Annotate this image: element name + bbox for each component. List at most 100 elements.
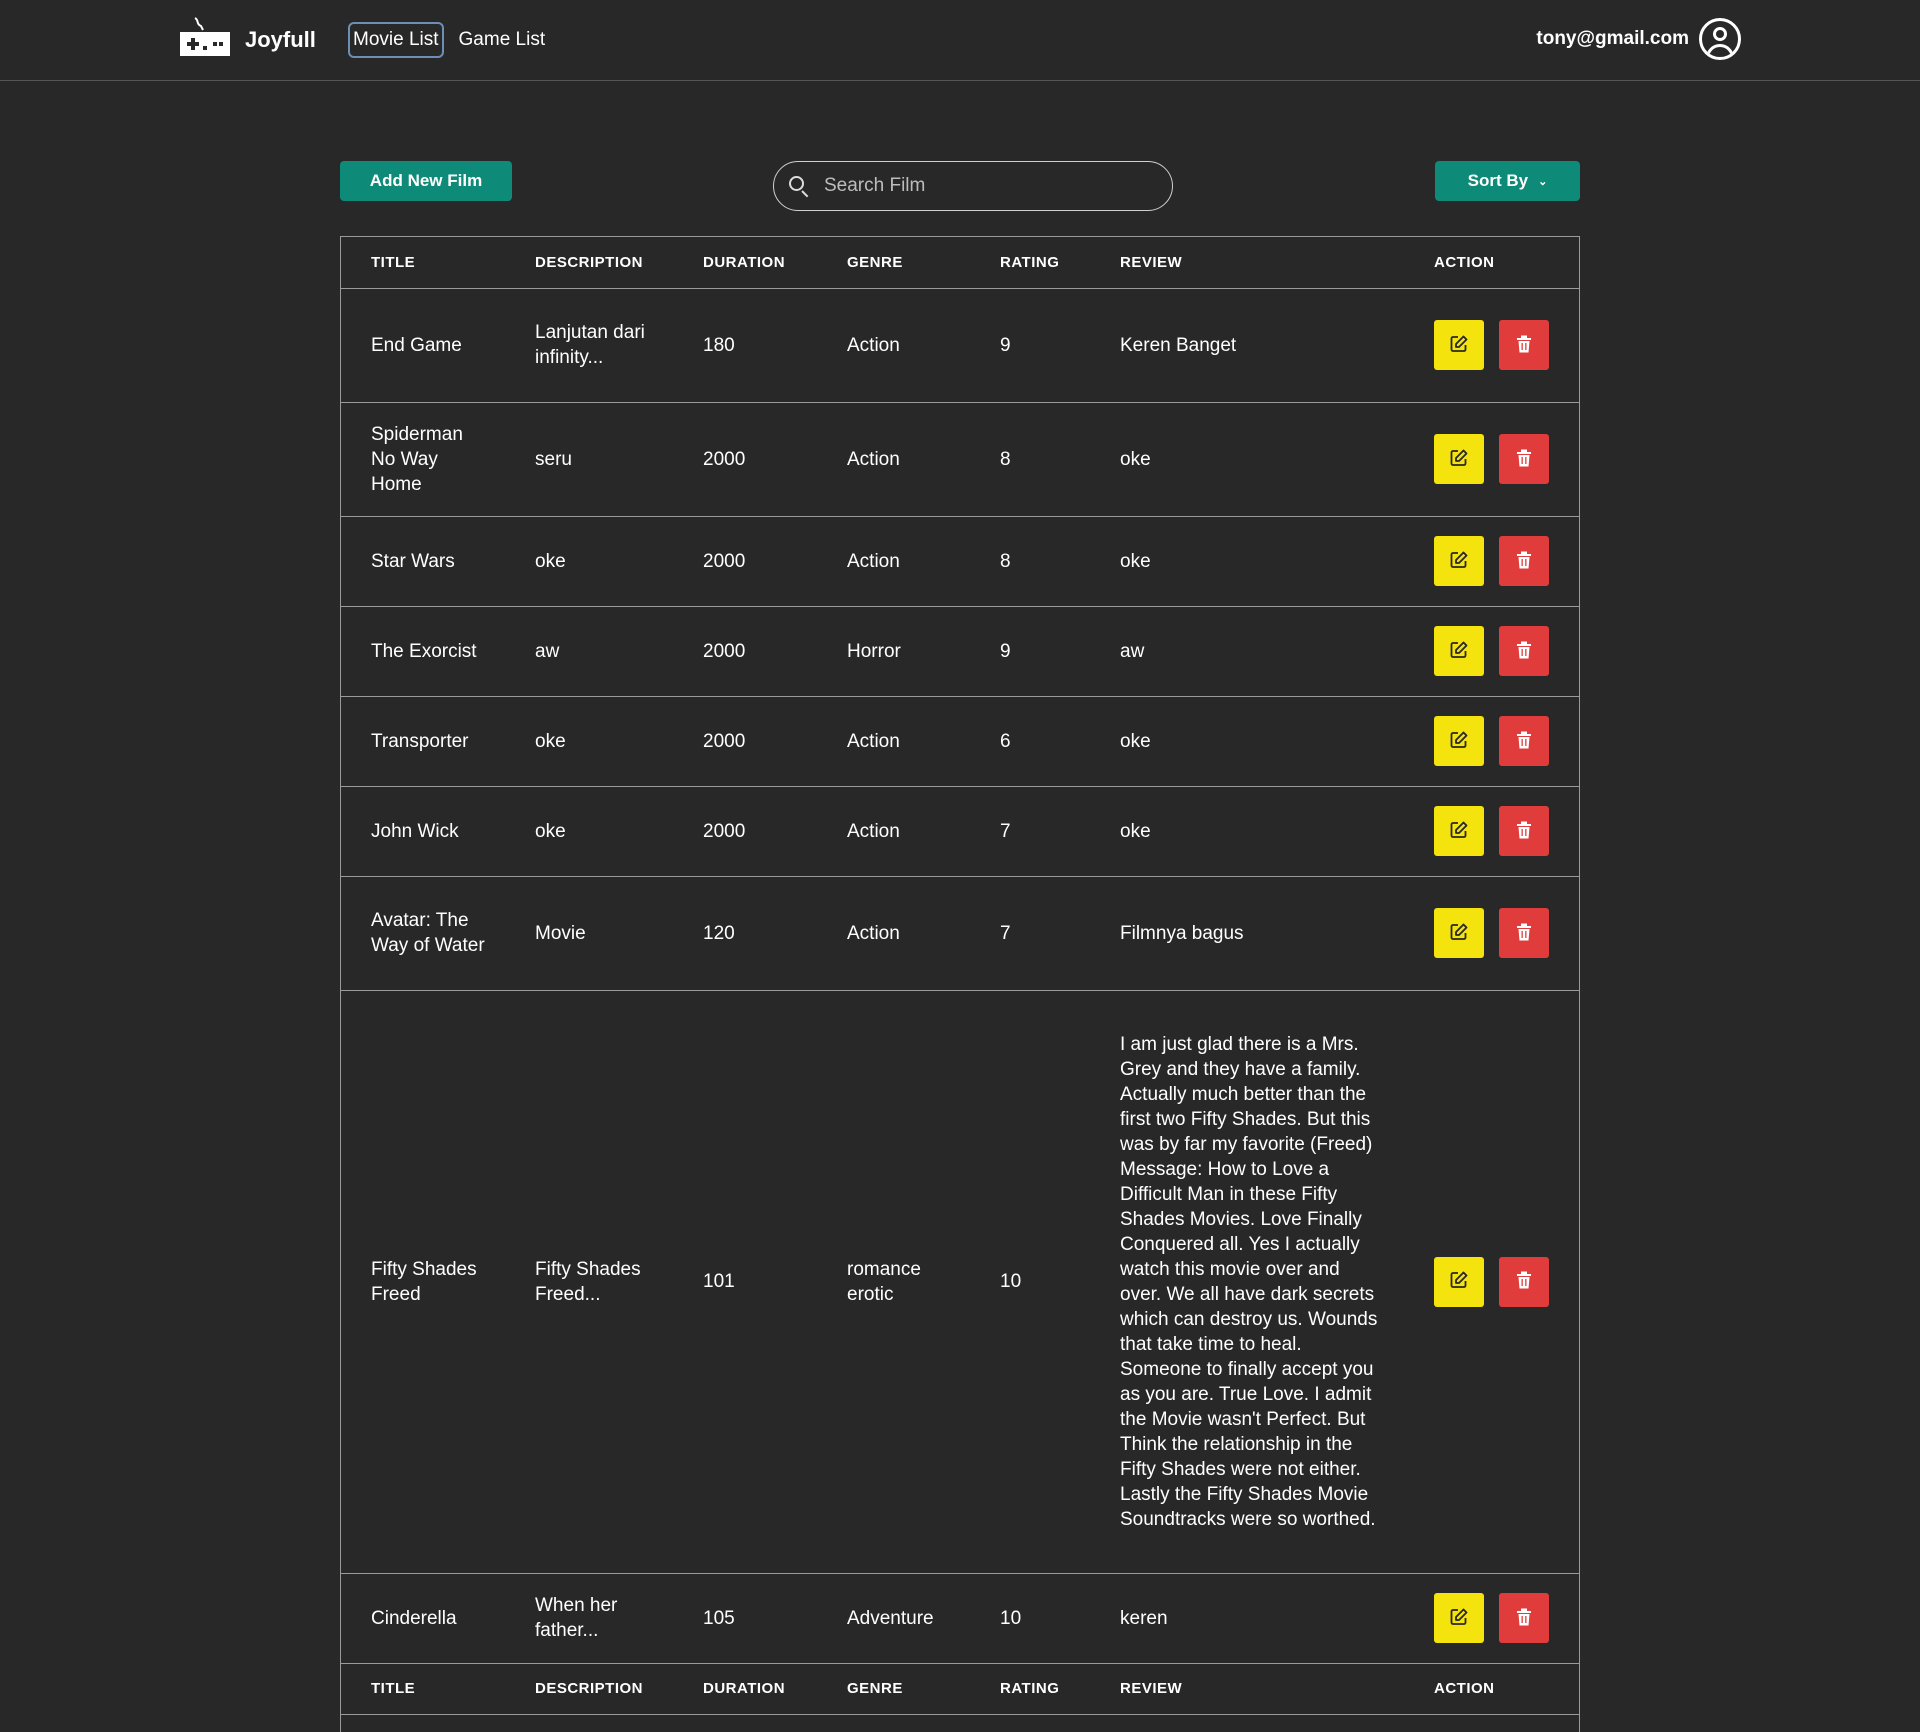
edit-button[interactable]: [1434, 1593, 1484, 1643]
sort-by-label: Sort By: [1467, 171, 1529, 190]
cell-rating: 7: [970, 786, 1090, 877]
avatar-head: [1713, 27, 1727, 41]
cell-genre: Action: [817, 786, 970, 877]
brand[interactable]: Joyfull: [179, 12, 316, 68]
row-actions: [1434, 536, 1565, 586]
edit-button[interactable]: [1434, 320, 1484, 370]
footer-title: TITLE: [341, 1663, 505, 1715]
cell-action: [1404, 516, 1579, 607]
cell-duration: 120: [673, 876, 817, 991]
cell-review: oke: [1090, 516, 1404, 607]
cell-duration: 180: [673, 288, 817, 403]
row-actions: [1434, 626, 1565, 676]
edit-button[interactable]: [1434, 806, 1484, 856]
edit-button[interactable]: [1434, 536, 1484, 586]
cell-action: [1404, 402, 1579, 517]
nav-link-movie-list[interactable]: Movie List: [348, 22, 444, 58]
table-row: Transporter oke 2000 Action 6 oke: [341, 696, 1579, 787]
footer-description: DESCRIPTION: [505, 1663, 673, 1715]
gamepad-icon: [180, 17, 230, 56]
cell-title: Star Wars: [341, 516, 505, 607]
cell-description: oke: [505, 696, 673, 787]
cell-title: John Wick: [341, 786, 505, 877]
header-rating[interactable]: RATING: [970, 237, 1090, 289]
cell-duration: 101: [673, 990, 817, 1574]
delete-button[interactable]: [1499, 806, 1549, 856]
add-new-film-button[interactable]: Add New Film: [340, 161, 512, 201]
header-description[interactable]: DESCRIPTION: [505, 237, 673, 289]
edit-icon: [1449, 1270, 1469, 1293]
edit-button[interactable]: [1434, 626, 1484, 676]
sort-by-button[interactable]: Sort By ⌄: [1435, 161, 1580, 201]
cell-action: [1404, 288, 1579, 403]
trash-icon: [1516, 923, 1532, 944]
user-avatar-icon[interactable]: [1699, 18, 1741, 60]
edit-icon: [1449, 550, 1469, 573]
edit-icon: [1449, 334, 1469, 357]
cell-duration: 2000: [673, 606, 817, 697]
table-row: Fifty Shades Freed Fifty Shades Freed... 1…: [341, 990, 1579, 1574]
edit-button[interactable]: [1434, 1256, 1484, 1307]
row-actions: [1434, 320, 1565, 370]
cell-review: oke: [1090, 696, 1404, 787]
table-row: Avatar: The Way of Water Movie 120 Action 7 F…: [341, 876, 1579, 991]
table-row: John Wick oke 2000 Action 7 oke: [341, 786, 1579, 877]
cell-rating: 8: [970, 516, 1090, 607]
search-icon: [788, 175, 810, 198]
cell-title: End Game: [341, 288, 505, 403]
edit-button[interactable]: [1434, 908, 1484, 958]
search-bar[interactable]: [773, 161, 1173, 211]
cell-description: oke: [505, 786, 673, 877]
search-input[interactable]: [824, 175, 1144, 197]
delete-button[interactable]: [1499, 716, 1549, 766]
edit-icon: [1449, 640, 1469, 663]
table-row: End Game Lanjutan dari infinity... 180 Acti…: [341, 288, 1579, 403]
edit-button[interactable]: [1434, 434, 1484, 484]
navbar: Joyfull Movie List Game List tony@gmail.…: [0, 0, 1920, 81]
table-row: Star Wars oke 2000 Action 8 oke: [341, 516, 1579, 607]
edit-icon: [1449, 922, 1469, 945]
cell-genre: Horror: [817, 606, 970, 697]
cell-duration: 105: [673, 1573, 817, 1664]
edit-button[interactable]: [1434, 716, 1484, 766]
chevron-down-icon: ⌄: [1538, 175, 1548, 188]
header-title[interactable]: TITLE: [341, 237, 505, 289]
delete-button[interactable]: [1499, 320, 1549, 370]
cell-duration: 2000: [673, 516, 817, 607]
header-duration[interactable]: DURATION: [673, 237, 817, 289]
footer-rating: RATING: [970, 1663, 1090, 1715]
footer-duration: DURATION: [673, 1663, 817, 1715]
cell-rating: 10: [970, 990, 1090, 1574]
cell-title: Avatar: The Way of Water: [341, 876, 505, 991]
cell-description: seru: [505, 402, 673, 517]
delete-button[interactable]: [1499, 536, 1549, 586]
delete-button[interactable]: [1499, 626, 1549, 676]
header-review[interactable]: REVIEW: [1090, 237, 1404, 289]
cell-rating: 10: [970, 1573, 1090, 1664]
cell-description: When her father...: [505, 1573, 673, 1664]
cell-genre: Action: [817, 876, 970, 991]
delete-button[interactable]: [1499, 434, 1549, 484]
trash-icon: [1516, 1271, 1532, 1292]
nav-link-game-list[interactable]: Game List: [454, 22, 551, 58]
cell-review: keren: [1090, 1573, 1404, 1664]
trash-icon: [1516, 821, 1532, 842]
cell-title: Transporter: [341, 696, 505, 787]
trash-icon: [1516, 1608, 1532, 1629]
delete-button[interactable]: [1499, 1256, 1549, 1307]
cell-review: oke: [1090, 786, 1404, 877]
delete-button[interactable]: [1499, 1593, 1549, 1643]
nav-links: Movie List Game List: [348, 22, 550, 58]
trash-icon: [1516, 641, 1532, 662]
trash-icon: [1516, 731, 1532, 752]
cell-description: Fifty Shades Freed...: [505, 990, 673, 1574]
cell-review: aw: [1090, 606, 1404, 697]
cell-action: [1404, 876, 1579, 991]
delete-button[interactable]: [1499, 908, 1549, 958]
header-genre[interactable]: GENRE: [817, 237, 970, 289]
cell-review: Filmnya bagus: [1090, 876, 1404, 991]
user-menu[interactable]: tony@gmail.com: [1536, 18, 1741, 60]
cell-action: [1404, 1573, 1579, 1664]
cell-review: oke: [1090, 402, 1404, 517]
trash-icon: [1516, 335, 1532, 356]
